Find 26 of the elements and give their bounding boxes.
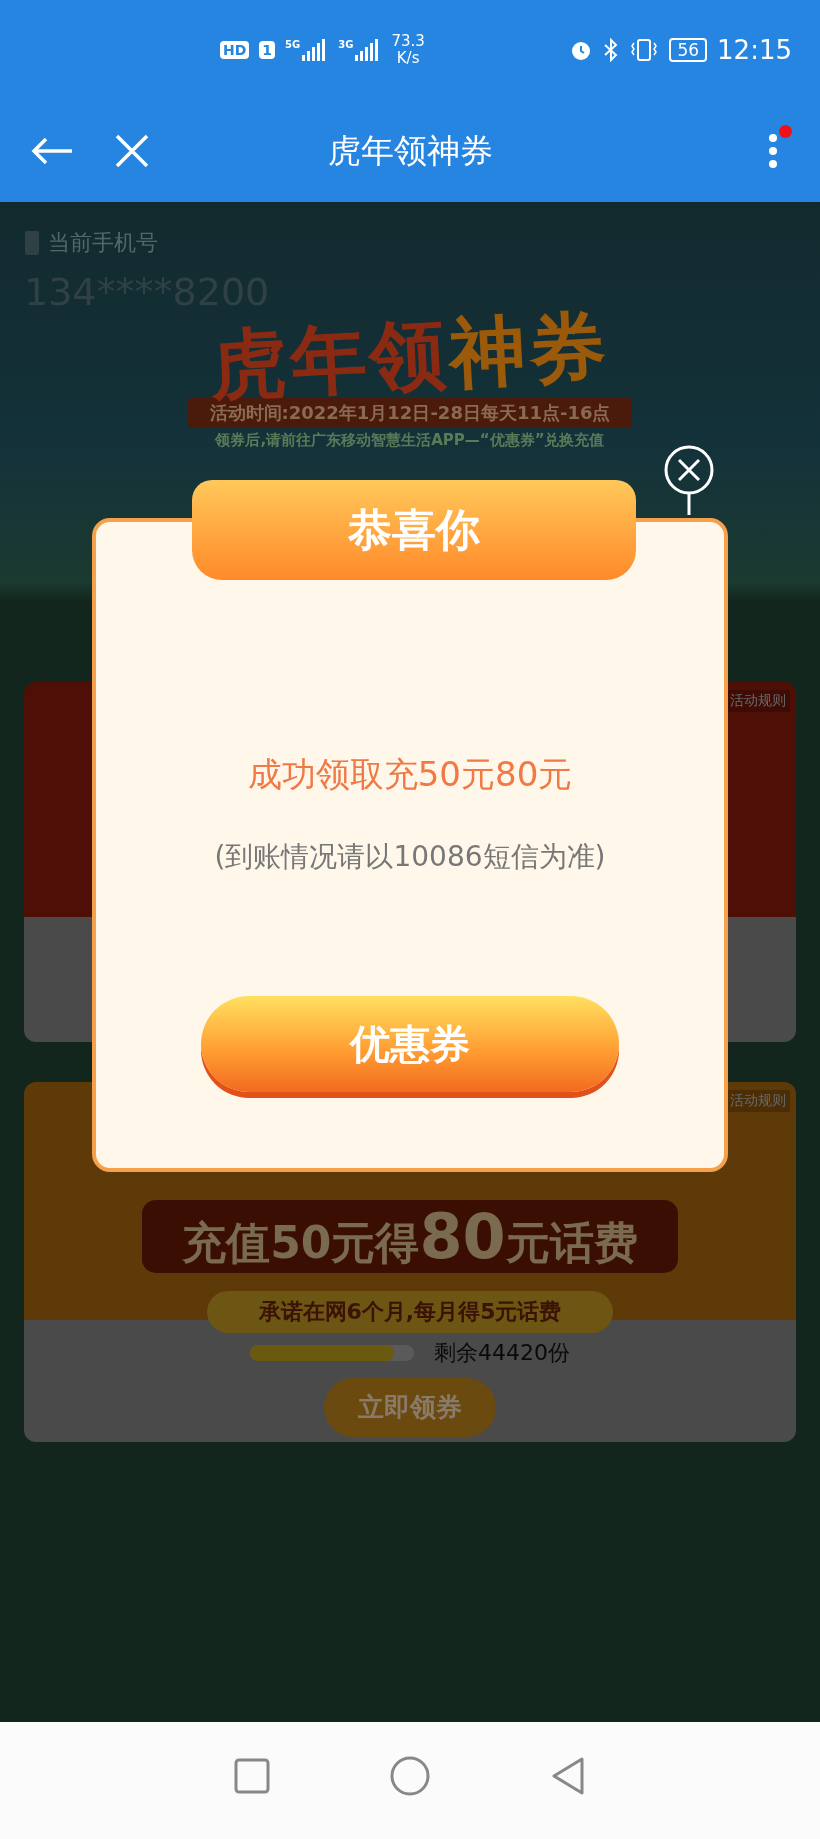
success-message: 成功领取充50元80元 [247, 753, 573, 796]
home-icon[interactable] [390, 1755, 430, 1796]
phone-icon [24, 230, 40, 256]
page-title: 虎年领神券 [326, 129, 494, 172]
clock-time: 12:15 [717, 35, 792, 65]
phone-label: 当前手机号 [48, 229, 158, 257]
offer-subline: 承诺在网6个月,每月得5元话费 [206, 1291, 614, 1333]
recent-apps-icon[interactable] [234, 1757, 270, 1794]
battery-indicator: 56 [669, 38, 708, 62]
claim-button[interactable]: 立即领券 [324, 1378, 496, 1437]
close-button[interactable] [114, 133, 150, 169]
remaining-count: 剩余44420份 [434, 1339, 570, 1367]
hd-badge: HD [220, 41, 250, 59]
vibrate-icon [629, 38, 660, 62]
back-icon[interactable] [550, 1755, 586, 1796]
close-icon[interactable] [663, 444, 715, 516]
rules-link[interactable]: 活动规则 [726, 1090, 790, 1112]
sim-badge: 1 [259, 41, 276, 59]
bluetooth-icon [603, 38, 620, 62]
banner-note: 领券后,请前往广东移动智慧生活APP—“优惠券”兑换充值 [215, 431, 605, 450]
ribbon-banner: 恭喜你 [192, 480, 636, 580]
offer-headline: 充值50元得80元话费 [142, 1200, 678, 1273]
back-button[interactable] [30, 136, 74, 166]
rules-link[interactable]: 活动规则 [726, 690, 790, 712]
network-speed: 73.3 K/s [391, 33, 425, 67]
sms-note: (到账情况请以10086短信为准) [214, 839, 606, 875]
